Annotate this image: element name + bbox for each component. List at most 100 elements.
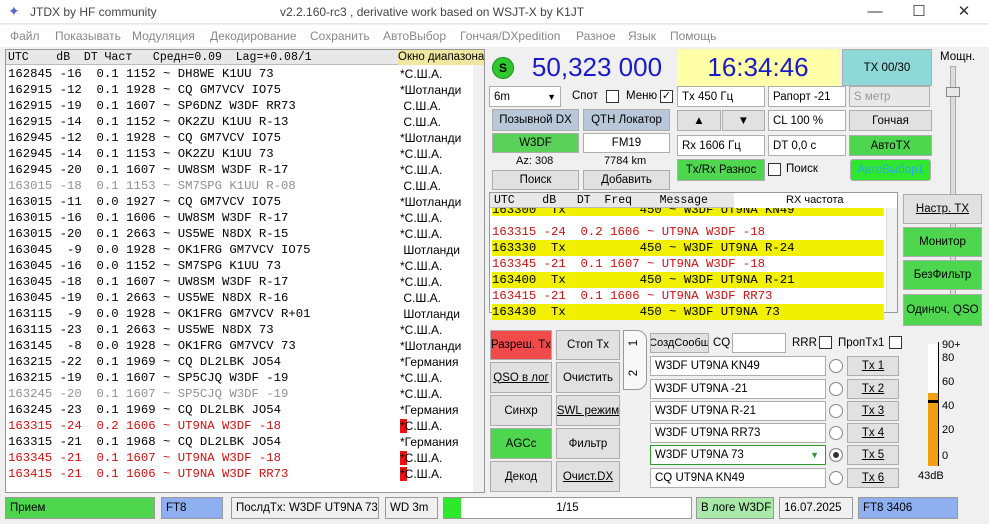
tx-message-3[interactable]: W3DF UT9NA R-21 (650, 401, 826, 421)
decode-line[interactable]: 162915 -12 0.1 1928 ~ CQ GM7VCV IO75 (8, 82, 281, 98)
search-checkbox[interactable] (768, 163, 781, 176)
menu-help[interactable]: Помощь (670, 29, 716, 43)
maximize-icon[interactable]: ☐ (896, 0, 942, 24)
menu-decode[interactable]: Декодирование (210, 29, 297, 43)
lookup-button[interactable]: Поиск (492, 170, 579, 190)
filter-button[interactable]: Фильтр (556, 428, 620, 459)
decode-line[interactable]: 163045 -16 0.0 1152 ~ SM7SPG K1UU 73 (8, 258, 281, 274)
decode-line[interactable]: 163245 -23 0.1 1969 ~ CQ DL2LBK JO54 (8, 402, 281, 418)
menu-checkbox[interactable]: ✓ (660, 90, 673, 103)
sync-button[interactable]: Синхр (490, 395, 552, 426)
decode-line[interactable]: 162845 -16 0.1 1152 ~ DH8WE K1UU 73 (8, 66, 274, 82)
rx-tx-line[interactable]: 163430 Tx 450 ~ W3DF UT9NA 73 (492, 304, 884, 320)
menu-language[interactable]: Язык (628, 29, 656, 43)
txrx-split-button[interactable]: Tx/Rx Разнос (677, 159, 765, 181)
tx6-button[interactable]: Tx 6 (847, 468, 899, 488)
rx-scrollbar[interactable] (886, 208, 897, 312)
agc-button[interactable]: AGCc (490, 428, 552, 459)
tab-2[interactable]: 2 (628, 370, 640, 376)
auto-tx-button[interactable]: АвтоТХ (849, 135, 932, 156)
tx-freq-spinbox[interactable]: Tx 450 Гц (677, 86, 765, 107)
rx-tx-line[interactable]: 163300 Tx 450 ~ W3DF UT9NA KN49 (492, 208, 884, 216)
spot-checkbox[interactable] (606, 90, 619, 103)
rx-tx-line[interactable]: 163400 Tx 450 ~ W3DF UT9NA R-21 (492, 272, 884, 288)
rx-decode-line[interactable]: 163345 -21 0.1 1607 ~ UT9NA W3DF -18 (492, 256, 884, 272)
menu-view[interactable]: Показывать (55, 29, 121, 43)
no-filter-button[interactable]: БезФильтр (903, 260, 982, 290)
tx-message-2[interactable]: W3DF UT9NA -21 (650, 379, 826, 399)
swl-button[interactable]: SWL режим (556, 395, 620, 426)
decode-line[interactable]: 163245 -20 0.1 1607 ~ SP5CJQ W3DF -19 (8, 386, 288, 402)
tx2-button[interactable]: Tx 2 (847, 379, 899, 399)
power-slider-handle[interactable] (946, 87, 960, 97)
generate-messages-button[interactable]: СоздСообщ (650, 333, 709, 353)
decode-line[interactable]: 162945 -14 0.1 1153 ~ OK2ZU K1UU 73 (8, 146, 274, 162)
tx4-button[interactable]: Tx 4 (847, 423, 899, 443)
report-spinbox[interactable]: Рапорт -21 (768, 86, 846, 107)
tx5-button[interactable]: Tx 5 (847, 445, 899, 465)
tx-counter-button[interactable]: TX 00/30 (842, 49, 932, 86)
decode-line[interactable]: 163045 -9 0.0 1928 ~ OK1FRG GM7VCV IO75 (8, 242, 311, 258)
dx-call-button[interactable]: Позывной DX (492, 109, 579, 131)
rrr-checkbox[interactable] (819, 336, 832, 349)
tx-radio-3[interactable] (829, 404, 843, 418)
decode-line[interactable]: 163015 -16 0.1 1606 ~ UW8SM W3DF R-17 (8, 210, 288, 226)
decode-line[interactable]: 162945 -12 0.1 1928 ~ CQ GM7VCV IO75 (8, 130, 281, 146)
decode-line[interactable]: 163415 -21 0.1 1606 ~ UT9NA W3DF RR73 (8, 466, 288, 482)
decode-line[interactable]: 163215 -19 0.1 1607 ~ SP5CJQ W3DF -19 (8, 370, 288, 386)
decode-line[interactable]: 163115 -9 0.0 1928 ~ OK1FRG GM7VCV R+01 (8, 306, 311, 322)
menu-mode[interactable]: Модуляция (132, 29, 195, 43)
tab-1[interactable]: 1 (628, 340, 640, 346)
monitor-button[interactable]: Монитор (903, 227, 982, 257)
minimize-icon[interactable]: — (852, 0, 898, 24)
skip-tx1-checkbox[interactable] (889, 336, 902, 349)
single-qso-button[interactable]: Одиноч. QSO (903, 294, 982, 326)
arrow-down-button[interactable]: ▼ (722, 110, 765, 131)
enable-tx-button[interactable]: Разреш. Tx (490, 330, 552, 360)
decode-line[interactable]: 163045 -19 0.1 2663 ~ US5WE N8DX R-16 (8, 290, 288, 306)
decode-scrollbar[interactable] (473, 65, 484, 492)
dx-grid-button[interactable]: QTH Локатор (583, 109, 670, 131)
decode-line[interactable]: 163015 -20 0.1 2663 ~ US5WE N8DX R-15 (8, 226, 288, 242)
close-icon[interactable]: ✕ (941, 0, 987, 24)
dx-grid-field[interactable]: FM19 (583, 133, 670, 153)
rx-tx-line[interactable]: 163330 Tx 450 ~ W3DF UT9NA R-24 (492, 240, 884, 256)
decode-line[interactable]: 162945 -20 0.1 1607 ~ UW8SM W3DF R-17 (8, 162, 288, 178)
tx-message-1[interactable]: W3DF UT9NA KN49 (650, 356, 826, 376)
menu-file[interactable]: Файл (10, 29, 40, 43)
decode-line[interactable]: 163045 -18 0.1 1607 ~ UW8SM W3DF R-17 (8, 274, 288, 290)
tx1-button[interactable]: Tx 1 (847, 356, 899, 376)
tx3-button[interactable]: Tx 3 (847, 401, 899, 421)
band-select[interactable]: 6m ▼ (489, 86, 561, 107)
rx-decode-line[interactable]: 163415 -21 0.1 1606 ~ UT9NA W3DF RR73 (492, 288, 884, 304)
tx-radio-1[interactable] (829, 359, 843, 373)
clear-dx-button[interactable]: Очист.DX (556, 461, 620, 492)
tx-message-6[interactable]: CQ UT9NA KN49 (650, 468, 826, 488)
cl-spinbox[interactable]: CL 100 % (768, 110, 846, 131)
tx-radio-4[interactable] (829, 426, 843, 440)
stop-tx-button[interactable]: Стоп Tx (556, 330, 620, 360)
decode-line[interactable]: 162915 -19 0.1 1607 ~ SP6DNZ W3DF RR73 (8, 98, 296, 114)
decode-line[interactable]: 163015 -18 0.1 1153 ~ SM7SPG K1UU R-08 (8, 178, 296, 194)
cq-field[interactable] (732, 333, 786, 353)
tx-radio-5[interactable] (829, 448, 843, 462)
tx-radio-2[interactable] (829, 382, 843, 396)
dt-spinbox[interactable]: DT 0,0 с (768, 135, 846, 156)
rx-freq-spinbox[interactable]: Rx 1606 Гц (677, 135, 765, 156)
decode-line[interactable]: 162915 -14 0.1 1152 ~ OK2ZU K1UU R-13 (8, 114, 288, 130)
erase-button[interactable]: Очистить (556, 362, 620, 393)
arrow-up-button[interactable]: ▲ (677, 110, 721, 131)
dial-frequency[interactable]: 50,323 000 (520, 50, 674, 84)
menu-autoselect[interactable]: АвтоВыбор (383, 29, 446, 43)
decode-line[interactable]: 163115 -23 0.1 2663 ~ US5WE N8DX 73 (8, 322, 274, 338)
rx-decode-line[interactable]: 163315 -24 0.2 1606 ~ UT9NA W3DF -18 (492, 224, 884, 240)
tx-message-4[interactable]: W3DF UT9NA RR73 (650, 423, 826, 443)
decode-line[interactable]: 163145 -8 0.0 1928 ~ OK1FRG GM7VCV 73 (8, 338, 296, 354)
menu-misc[interactable]: Разное (576, 29, 616, 43)
decode-line[interactable]: 163215 -22 0.1 1969 ~ CQ DL2LBK JO54 (8, 354, 281, 370)
log-qso-button[interactable]: QSO в лог (490, 362, 552, 393)
tune-button[interactable]: Настр. TX (903, 194, 982, 224)
hound-button[interactable]: Гончая (849, 110, 932, 131)
decode-button[interactable]: Декод (490, 461, 552, 492)
decode-line[interactable]: 163315 -24 0.2 1606 ~ UT9NA W3DF -18 (8, 418, 281, 434)
